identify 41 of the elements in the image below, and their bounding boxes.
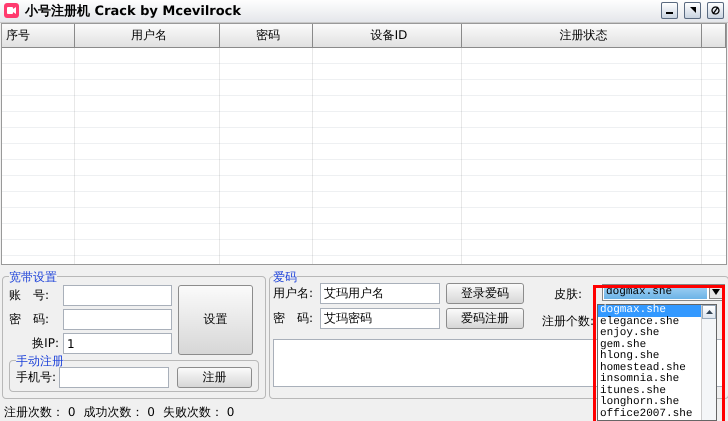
- password-field[interactable]: 艾玛密码: [320, 308, 440, 329]
- phone-field[interactable]: [59, 366, 170, 388]
- password-label: 密 码:: [9, 311, 50, 328]
- status-counter: 失败次数： 0: [162, 404, 234, 421]
- column-header[interactable]: 设备ID: [313, 24, 462, 48]
- close-button[interactable]: [707, 2, 724, 20]
- scrollbar[interactable]: [701, 305, 716, 420]
- password-field[interactable]: [63, 309, 172, 330]
- caret-icon: [712, 289, 720, 296]
- ip-label: 换IP:: [31, 335, 59, 352]
- password-label: 密 码:: [273, 310, 314, 327]
- app-icon: [4, 3, 19, 18]
- count-label: 注册个数:: [542, 312, 594, 330]
- maximize-icon: [688, 6, 697, 16]
- column-header[interactable]: 序号: [2, 24, 75, 48]
- column-header[interactable]: 密码: [220, 24, 313, 48]
- ip-field[interactable]: 1: [63, 333, 172, 354]
- column-header[interactable]: 注册状态: [462, 24, 702, 48]
- register-button[interactable]: 爱码注册: [446, 308, 524, 329]
- set-button[interactable]: 设置: [178, 284, 253, 355]
- account-label: 账 号:: [9, 287, 50, 304]
- up-caret-icon: [706, 310, 712, 314]
- status-counter: 成功次数： 0: [83, 404, 155, 421]
- skin-label: 皮肤:: [554, 286, 584, 303]
- phone-label: 手机号:: [16, 368, 56, 386]
- close-icon: [711, 6, 720, 16]
- window-title: 小号注册机 Crack by Mcevilrock: [25, 2, 242, 20]
- account-field[interactable]: [63, 285, 172, 306]
- maximize-button[interactable]: [684, 2, 701, 20]
- column-header: [702, 24, 726, 48]
- group-title: 爱码: [273, 270, 298, 283]
- group-title: 宽带设置: [9, 270, 57, 283]
- username-label: 用户名:: [273, 284, 314, 302]
- group-title: 手动注册: [16, 354, 64, 367]
- login-button[interactable]: 登录爱码: [446, 282, 524, 304]
- status-counter: 注册次数： 0: [4, 404, 76, 421]
- scroll-up-button[interactable]: [702, 305, 716, 319]
- column-header[interactable]: 用户名: [75, 24, 220, 48]
- register-button[interactable]: 注册: [177, 366, 252, 388]
- minimize-button[interactable]: [661, 2, 678, 20]
- username-field[interactable]: 艾玛用户名: [320, 282, 440, 304]
